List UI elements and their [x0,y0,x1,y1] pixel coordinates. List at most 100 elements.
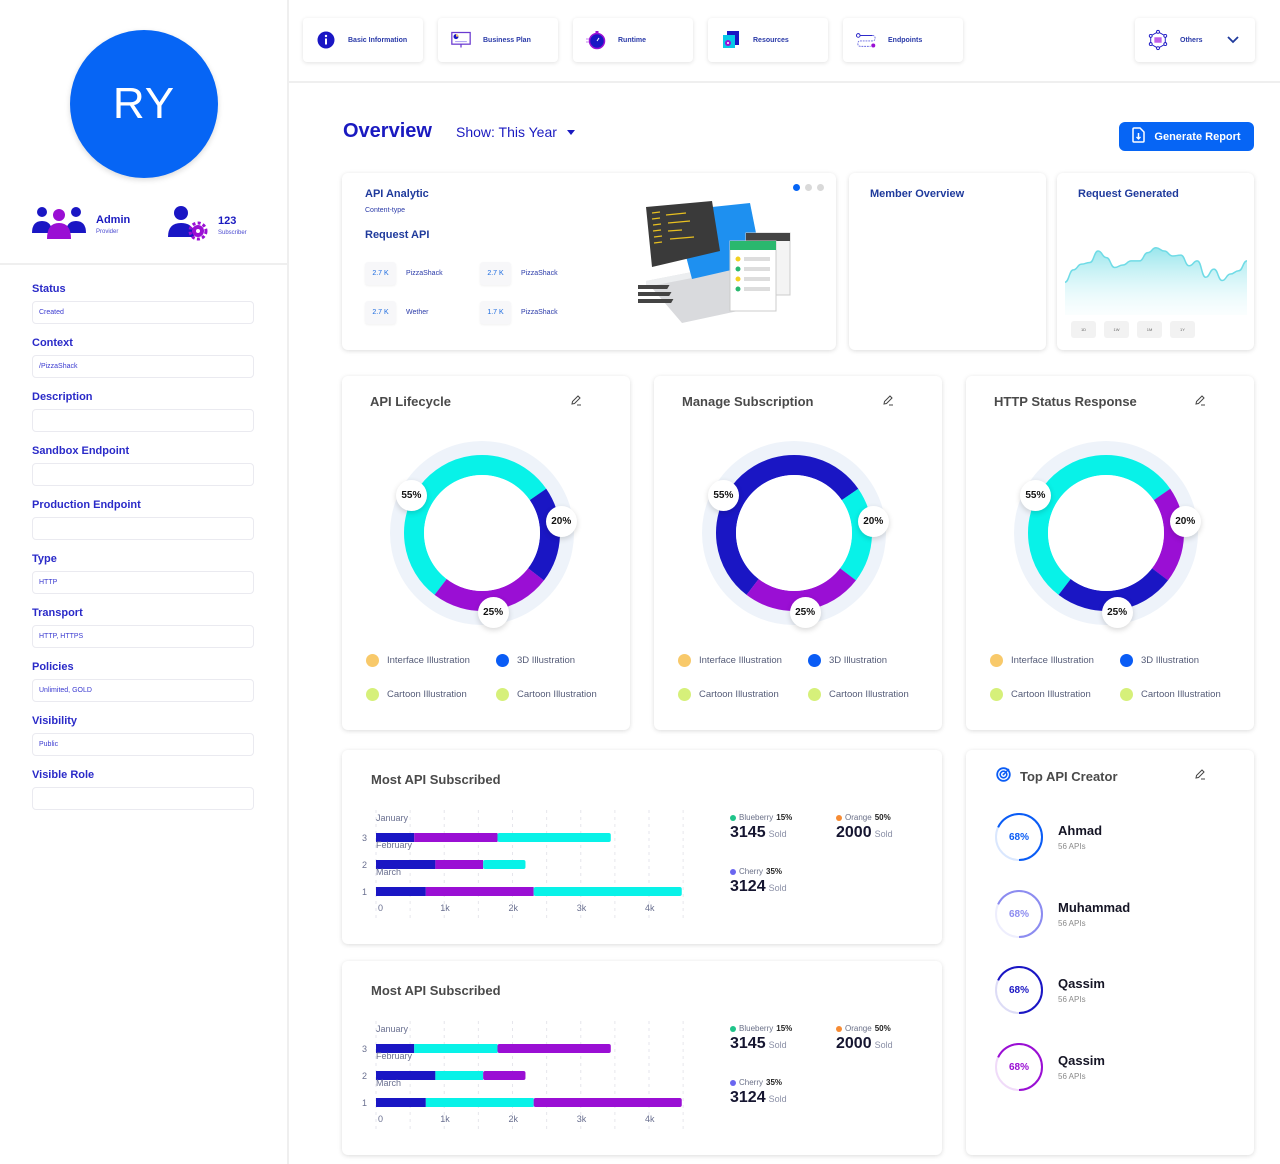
bar-segment[interactable] [435,860,484,869]
others-dropdown[interactable]: Others [1135,18,1255,62]
bar-segment[interactable] [425,1098,534,1107]
tab-business-plan[interactable]: Business Plan [438,18,558,62]
request-value: 2.7 K [365,301,396,324]
legend-item: 3D Illustration [496,654,616,667]
progress-ring: 68% [994,889,1044,939]
field-label: Visible Role [32,769,95,781]
percent-label: 25% [789,596,821,628]
bar-segment[interactable] [376,1098,426,1107]
creator-item[interactable]: 68% Muhammad 56 APIs [994,889,1130,939]
most-api-subscribed-card: Most API Subscribed January 3 February 2 Mar… [342,750,942,944]
request-value: 2.7 K [480,262,511,285]
bar-segment[interactable] [497,1044,611,1053]
stat-dot [836,1025,842,1032]
role-provider: Admin Provider [32,205,130,244]
role-subtitle: Provider [96,229,119,235]
request-item: 1.7 K PizzaShack [480,301,558,324]
tab-endpoints[interactable]: Endpoints [843,18,963,62]
type-input[interactable]: HTTP [32,571,254,594]
progress-ring: 68% [994,812,1044,862]
carousel-dot[interactable] [793,184,800,191]
edit-icon[interactable] [1194,393,1206,411]
x-tick-label: 0 [378,1114,383,1124]
creator-api-count: 56 APIs [1058,919,1086,928]
legend-swatch [496,688,509,701]
bar-segment[interactable] [425,887,534,896]
range-1w-button[interactable]: 1W [1104,321,1129,338]
tab-label: Business Plan [483,36,531,44]
status-input[interactable]: Created [32,301,254,324]
legend-swatch [990,688,1003,701]
card-title: Manage Subscription [682,394,814,409]
field-type: Type HTTP [32,553,254,594]
tab-runtime[interactable]: Runtime [573,18,693,62]
card-title: API Lifecycle [370,394,451,409]
generate-report-button[interactable]: Generate Report [1119,122,1254,151]
creator-api-count: 56 APIs [1058,842,1086,851]
category-label: January [376,813,409,823]
carousel-dot[interactable] [817,184,824,191]
time-filter-dropdown[interactable]: Show: This Year [456,124,575,140]
edit-icon[interactable] [1194,767,1206,785]
field-label: Production Endpoint [32,499,141,511]
tab-label: Runtime [618,36,646,44]
visible-role-input[interactable] [32,787,254,810]
stat-value: 3124 [730,1089,766,1106]
bar-segment[interactable] [497,833,611,842]
transport-input[interactable]: HTTP, HTTPS [32,625,254,648]
creator-item[interactable]: 68% Ahmad 56 APIs [994,812,1102,862]
range-1m-button[interactable]: 1M [1137,321,1162,338]
bar-segment[interactable] [435,1071,484,1080]
legend-label: Cartoon Illustration [699,689,779,700]
context-input[interactable]: /PizzaShack [32,355,254,378]
stat-unit: Sold [768,1094,787,1104]
bar-segment[interactable] [483,1071,526,1080]
creator-item[interactable]: 68% Qassim 56 APIs [994,1042,1105,1092]
visibility-input[interactable]: Public [32,733,254,756]
bar-segment[interactable] [414,1044,498,1053]
field-visible-role: Visible Role [32,769,254,810]
stat-blueberry: Blueberry 15% 3145 Sold [730,813,792,842]
carousel-dots [793,184,824,191]
bar-segment[interactable] [414,833,498,842]
page-title: Overview [343,120,432,142]
area-fill [1065,247,1247,315]
bar-segment[interactable] [533,887,682,896]
target-icon [996,767,1011,785]
field-production-endpoint: Production Endpoint [32,499,254,540]
stat-unit: Sold [768,883,787,893]
category-label: February [376,1051,413,1061]
stat-cherry: Cherry 35% 3124 Sold [730,867,787,896]
top-api-creator-card: Top API Creator 68% Ahmad 56 APIs 68% Muh… [966,750,1254,1155]
carousel-dot[interactable] [805,184,812,191]
bar-segment[interactable] [376,887,426,896]
stat-name: Cherry [739,1078,764,1087]
folder-gear-icon [721,30,741,50]
range-1d-button[interactable]: 1D [1071,321,1096,338]
avatar[interactable]: RY [70,30,218,178]
tab-resources[interactable]: Resources [708,18,828,62]
stat-name: Cherry [739,867,764,876]
edit-icon[interactable] [570,393,582,411]
legend-item: Cartoon Illustration [808,688,928,701]
bar-segment[interactable] [533,1098,682,1107]
x-tick-label: 3k [577,903,587,913]
stat-dot [730,868,736,875]
description-input[interactable] [32,409,254,432]
legend-label: Cartoon Illustration [1011,689,1091,700]
progress-ring: 68% [994,965,1044,1015]
stat-pct: 50% [874,1024,891,1033]
row-label: 2 [362,1071,367,1081]
edit-icon[interactable] [882,393,894,411]
category-label: March [376,1078,401,1088]
stat-value: 3124 [730,878,766,895]
range-1y-button[interactable]: 1Y [1170,321,1195,338]
most-api-subscribed-card-2: Most API Subscribed January 3 February 2 Mar… [342,961,942,1155]
endpoints-flow-icon [856,30,876,50]
creator-item[interactable]: 68% Qassim 56 APIs [994,965,1105,1015]
tab-basic-information[interactable]: Basic Information [303,18,423,62]
production-endpoint-input[interactable] [32,517,254,540]
policies-input[interactable]: Unlimited, GOLD [32,679,254,702]
bar-segment[interactable] [483,860,526,869]
sandbox-endpoint-input[interactable] [32,463,254,486]
